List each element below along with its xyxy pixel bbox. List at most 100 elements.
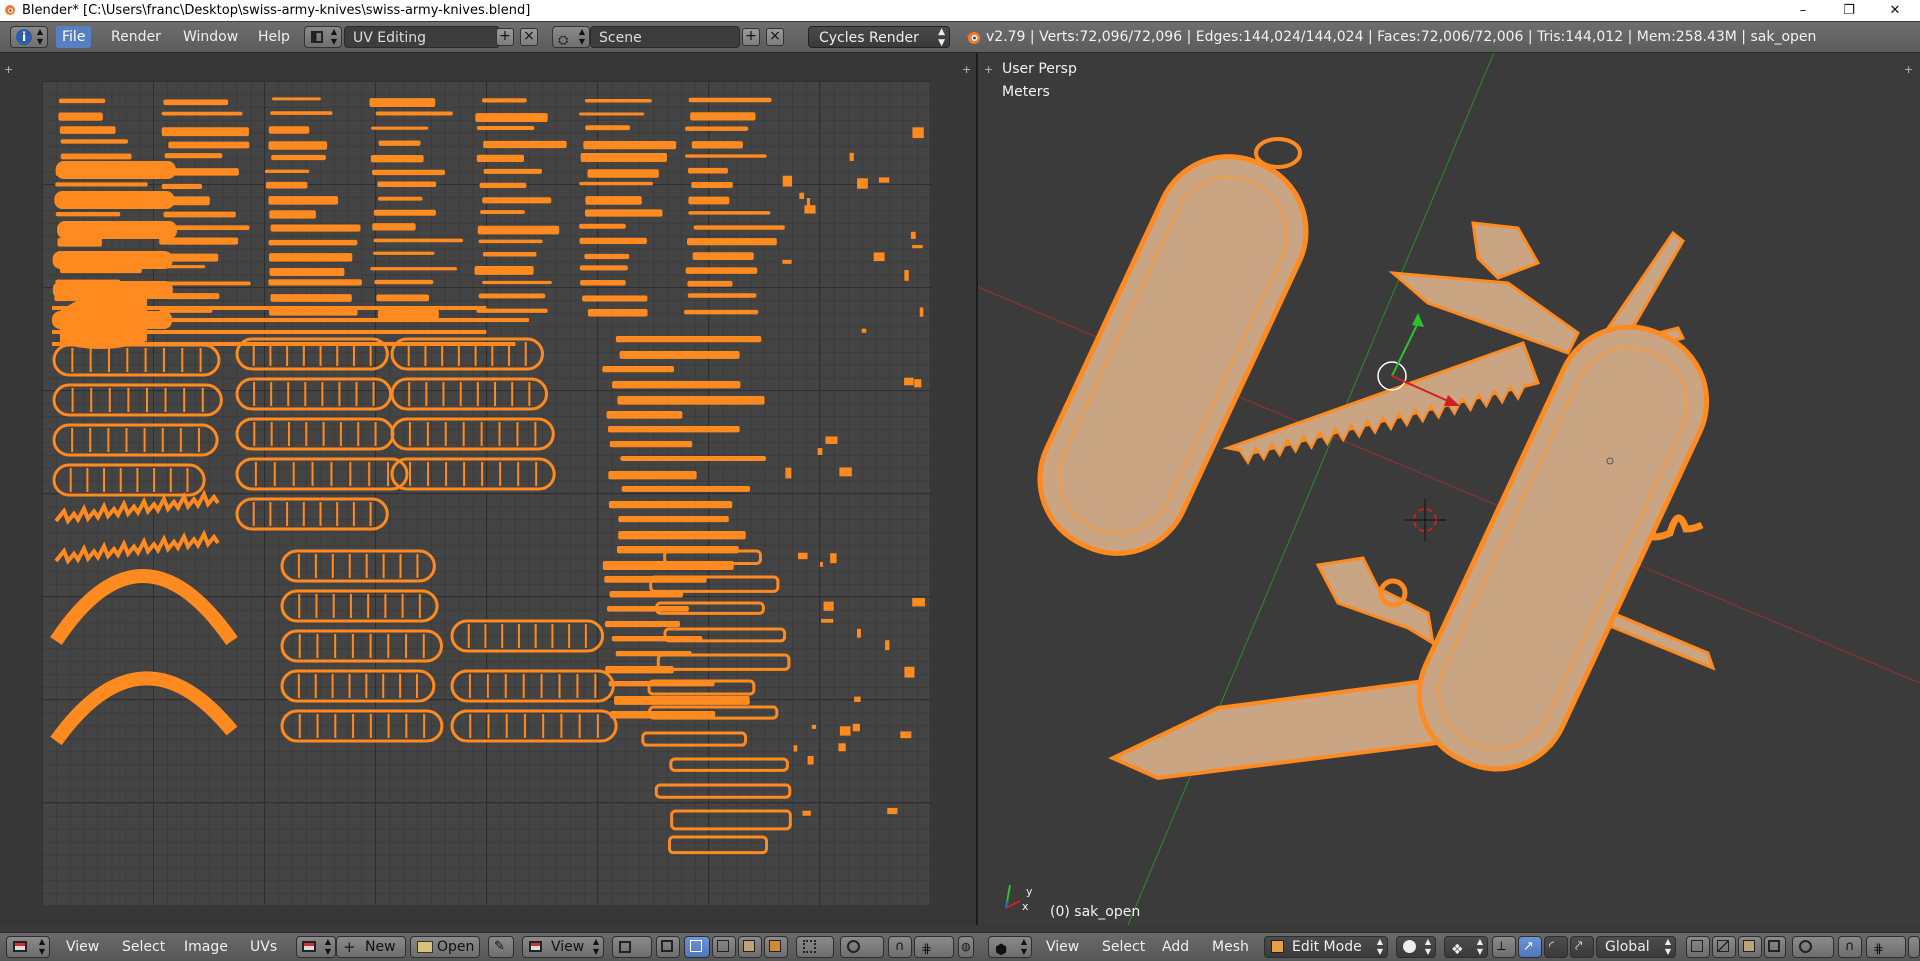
uv-island-handle[interactable] [235, 457, 409, 491]
uv-island-strip[interactable] [579, 181, 654, 186]
uv-island-strip[interactable] [377, 196, 423, 201]
uv-menu-select[interactable]: Select [116, 936, 171, 958]
manipulator-toggle-button[interactable]: ⟂ [1492, 936, 1516, 958]
select-edge-mode-button[interactable] [712, 936, 736, 958]
uv-island-strip[interactable] [164, 153, 223, 159]
uv-island-strip[interactable] [688, 211, 771, 215]
3d-menu-mesh[interactable]: Mesh [1206, 936, 1255, 958]
transform-orientation-dropdown[interactable]: Global ▲ ▼ [1596, 936, 1676, 958]
uv-island-strip[interactable] [161, 127, 249, 137]
uv-island-strip[interactable] [378, 140, 421, 146]
select-island-mode-button[interactable] [764, 936, 788, 958]
uv-island-strip[interactable] [373, 209, 436, 216]
add-scene-button[interactable]: + [742, 28, 760, 46]
uv-island-strip[interactable] [375, 111, 453, 116]
uv-island-strip[interactable] [60, 153, 132, 160]
uv-island-strip[interactable] [608, 471, 697, 480]
viewport-shading-dropdown[interactable]: ▲ ▼ [1396, 936, 1436, 958]
uv-island-bit[interactable] [823, 601, 834, 611]
uv-island-strip[interactable] [685, 126, 749, 131]
uv-island-handle[interactable] [280, 549, 436, 583]
3d-snap-toggle-button[interactable]: ∩ [1838, 936, 1862, 958]
uv-island-strip[interactable] [55, 182, 148, 187]
uv-island-strip[interactable] [690, 112, 756, 121]
uv-island-strip[interactable] [585, 196, 642, 205]
uv-island-strip[interactable] [59, 126, 116, 134]
region-toggle-icon[interactable]: + [962, 63, 971, 76]
uv-island-handle[interactable] [280, 629, 443, 663]
uv-island-handle[interactable] [52, 423, 219, 457]
uv-island-strip[interactable] [692, 252, 754, 260]
uv-island-strip[interactable] [579, 112, 645, 116]
uv-island-strip[interactable] [585, 125, 631, 131]
uv-island-strip[interactable] [476, 154, 525, 163]
uv-island-blob[interactable] [55, 161, 176, 179]
scene-name-field[interactable]: Scene [590, 26, 740, 48]
uv-island-strip[interactable] [607, 426, 740, 433]
uv-island-strip[interactable] [268, 279, 362, 286]
uv-island-bit[interactable] [817, 448, 823, 456]
uv-sticky-selection-dropdown[interactable] [796, 936, 834, 958]
uv-island-strip[interactable] [684, 309, 759, 315]
overflow-button[interactable] [1908, 936, 1920, 958]
uv-island-strip[interactable] [617, 396, 765, 405]
uv-island-handle[interactable] [390, 417, 555, 451]
uv-island-bit[interactable] [782, 175, 793, 187]
minimize-button[interactable]: – [1780, 0, 1826, 21]
uv-island-handle[interactable] [280, 589, 439, 623]
uv-island-strip[interactable] [55, 211, 121, 217]
uv-island-strip[interactable] [691, 181, 733, 188]
uv-island-bit[interactable] [793, 745, 798, 752]
uv-island-strip[interactable] [687, 280, 733, 287]
uv-island-strip[interactable] [688, 196, 730, 205]
uv-island-mesh[interactable] [641, 731, 748, 747]
uv-island-bit[interactable] [854, 696, 861, 702]
delete-screen-button[interactable]: × [520, 28, 538, 46]
editor-type-image-button[interactable]: ▲ ▼ [6, 936, 50, 958]
uv-island-strip[interactable] [474, 266, 534, 275]
uv-island-strip[interactable] [579, 265, 628, 271]
uv-island-strip[interactable] [621, 486, 751, 492]
vertex-select-mode-button[interactable] [1686, 936, 1710, 958]
uv-island-strip[interactable] [579, 237, 647, 244]
uv-island-bit[interactable] [821, 618, 834, 623]
uv-island-bit[interactable] [802, 810, 811, 816]
uv-island-strip[interactable] [685, 267, 758, 274]
uv-island-strip[interactable] [614, 696, 750, 705]
uv-island-strip[interactable] [584, 98, 652, 103]
uv-island-bit[interactable] [819, 561, 823, 567]
uv-island-strip[interactable] [370, 267, 458, 271]
uv-island-strip[interactable] [270, 224, 361, 232]
menu-file[interactable]: File [56, 26, 92, 48]
menu-render[interactable]: Render [105, 26, 167, 48]
uv-island-strip[interactable] [268, 239, 358, 246]
uv-island-handle[interactable] [450, 669, 615, 703]
uv-island-strip[interactable] [161, 183, 203, 190]
uv-island-strip[interactable] [369, 98, 436, 108]
gizmo-y-arrow[interactable] [1391, 322, 1419, 377]
uv-island-strip[interactable] [372, 169, 446, 176]
uv-island-arc[interactable] [50, 671, 238, 746]
delete-scene-button[interactable]: × [766, 28, 784, 46]
translate-manipulator-button[interactable]: ↗ [1518, 936, 1542, 958]
region-toggle-icon[interactable]: + [4, 63, 13, 76]
uv-island-bit[interactable] [839, 467, 852, 477]
uv-island-bit[interactable] [852, 723, 860, 732]
edge-select-mode-button[interactable] [1712, 936, 1736, 958]
uv-island-strip[interactable] [373, 238, 464, 243]
uv-island-bit[interactable] [887, 807, 898, 815]
uv-island-bit[interactable] [885, 640, 890, 651]
scale-manipulator-button[interactable]: ⤤ [1570, 936, 1594, 958]
uv-island-strip[interactable] [376, 294, 429, 302]
uv-island-bit[interactable] [849, 152, 854, 161]
uv-island-strip[interactable] [483, 168, 542, 174]
uv-island-strip[interactable] [615, 336, 762, 343]
scene-selector[interactable]: ⛭ ▲ ▼ [552, 26, 590, 48]
uv-island-strip[interactable] [374, 279, 434, 285]
uv-island-strip[interactable] [264, 169, 310, 174]
uv-island-mesh[interactable] [670, 809, 792, 831]
uv-island-strip[interactable] [268, 196, 339, 205]
uv-island-bit[interactable] [912, 245, 923, 249]
uv-island-strip[interactable] [476, 308, 548, 313]
uv-canvas[interactable] [42, 81, 932, 905]
